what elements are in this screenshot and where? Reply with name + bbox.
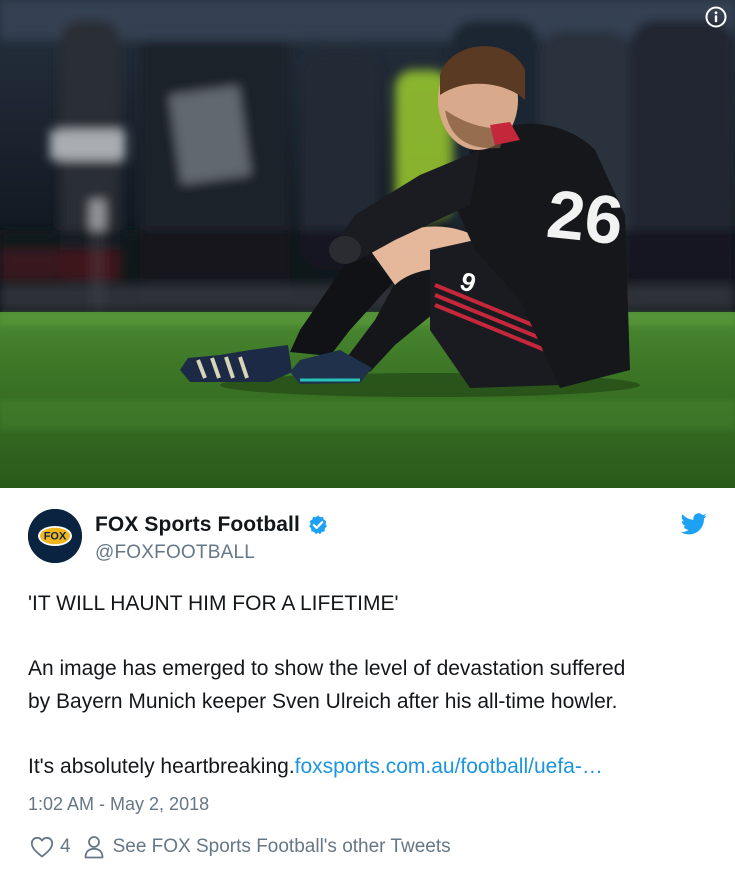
verified-badge-icon <box>309 515 327 535</box>
heart-icon[interactable] <box>30 836 54 858</box>
jersey-number: 26 <box>543 176 626 259</box>
tweet-media-photo[interactable]: 9 26 <box>0 0 735 488</box>
tweet-closing-text: It's absolutely heartbreaking. <box>28 755 295 778</box>
tweet-text: 'IT WILL HAUNT HIM FOR A LIFETIME' An im… <box>28 587 718 783</box>
twitter-bird-icon[interactable] <box>681 513 707 535</box>
tweet-actions: 4 See FOX Sports Football's other Tweets <box>30 834 451 860</box>
like-count: 4 <box>60 836 71 857</box>
display-name-row: FOX Sports Football <box>95 511 329 539</box>
see-other-tweets-link[interactable]: See FOX Sports Football's other Tweets <box>113 836 451 858</box>
photo-goalkeeper-sitting-on-pitch: 9 26 <box>0 0 735 488</box>
person-icon <box>84 836 103 859</box>
svg-text:FOX: FOX <box>44 531 67 543</box>
avatar[interactable]: FOX <box>28 509 82 563</box>
tweet-body-line-2: by Bayern Munich keeper Sven Ulreich aft… <box>28 690 618 713</box>
author-block: FOX Sports Football @FOXFOOTBALL <box>95 511 329 564</box>
embedded-tweet-card: 9 26 FOX FOX Sports Football @FOXFOOTBAL… <box>0 0 735 871</box>
fox-sports-logo: FOX <box>28 509 82 563</box>
info-circle-icon[interactable] <box>705 6 727 28</box>
tweet-timestamp[interactable]: 1:02 AM - May 2, 2018 <box>28 794 209 815</box>
tweet-body-line-1: An image has emerged to show the level o… <box>28 657 626 680</box>
tweet-closing-line: It's absolutely heartbreaking.foxsports.… <box>28 750 718 783</box>
user-handle[interactable]: @FOXFOOTBALL <box>95 542 329 564</box>
tweet-headline: 'IT WILL HAUNT HIM FOR A LIFETIME' <box>28 592 399 615</box>
article-link[interactable]: foxsports.com.au/football/uefa-… <box>295 755 603 778</box>
display-name[interactable]: FOX Sports Football <box>95 513 300 537</box>
